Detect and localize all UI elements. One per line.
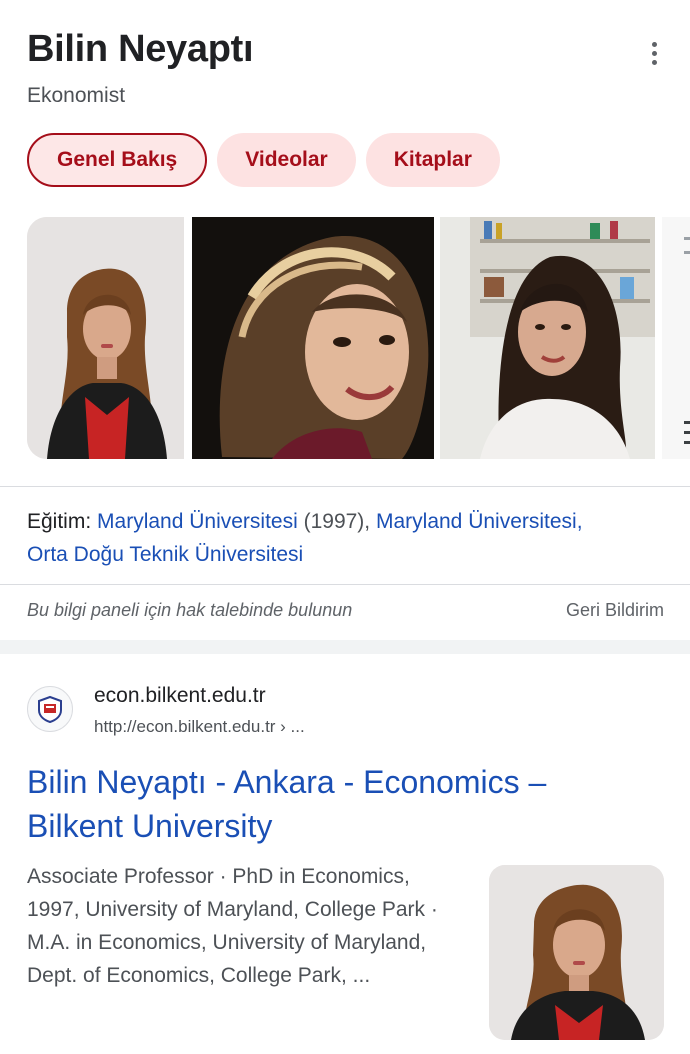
photo-thumbnail[interactable] bbox=[440, 217, 655, 459]
education-link-maryland-2[interactable]: Maryland Üniversitesi, bbox=[376, 510, 583, 533]
chip-books[interactable]: Kitaplar bbox=[365, 133, 500, 187]
divider bbox=[0, 486, 690, 487]
feedback-button[interactable]: Geri Bildirim bbox=[566, 600, 664, 621]
result-snippet: Associate Professor · PhD in Economics, … bbox=[27, 865, 438, 987]
image-carousel[interactable] bbox=[27, 217, 690, 459]
divider bbox=[0, 584, 690, 585]
page-title: Bilin Neyaptı bbox=[27, 28, 254, 70]
chip-videos[interactable]: Videolar bbox=[217, 133, 356, 187]
education-link-odtu[interactable]: Orta Doğu Teknik Üniversitesi bbox=[27, 543, 303, 566]
subtitle: Ekonomist bbox=[27, 84, 126, 107]
education-year: (1997), bbox=[297, 510, 376, 533]
education-link-maryland[interactable]: Maryland Üniversitesi bbox=[97, 510, 298, 533]
claim-panel-link[interactable]: Bu bilgi paneli için hak talebinde bulun… bbox=[27, 600, 352, 621]
site-favicon-icon bbox=[27, 686, 73, 732]
education-attribute: Eğitim: Maryland Üniversitesi (1997), Ma… bbox=[27, 505, 667, 571]
more-vert-icon[interactable] bbox=[641, 38, 667, 68]
chip-overview[interactable]: Genel Bakış bbox=[27, 133, 208, 187]
photo-thumbnail[interactable] bbox=[27, 217, 184, 459]
result-thumbnail[interactable] bbox=[489, 865, 664, 1040]
section-separator bbox=[0, 640, 690, 654]
site-name[interactable]: econ.bilkent.edu.tr bbox=[94, 684, 266, 708]
photo-thumbnail[interactable] bbox=[192, 217, 434, 459]
chip-row: Genel Bakış Videolar Kitaplar bbox=[27, 133, 500, 187]
photo-thumbnail[interactable] bbox=[662, 217, 690, 459]
site-url[interactable]: http://econ.bilkent.edu.tr › ... bbox=[94, 717, 305, 737]
result-title-link[interactable]: Bilin Neyaptı - Ankara - Economics – Bil… bbox=[27, 760, 647, 848]
knowledge-panel-header: Bilin Neyaptı Ekonomist bbox=[27, 24, 667, 114]
education-label: Eğitim: bbox=[27, 510, 92, 533]
